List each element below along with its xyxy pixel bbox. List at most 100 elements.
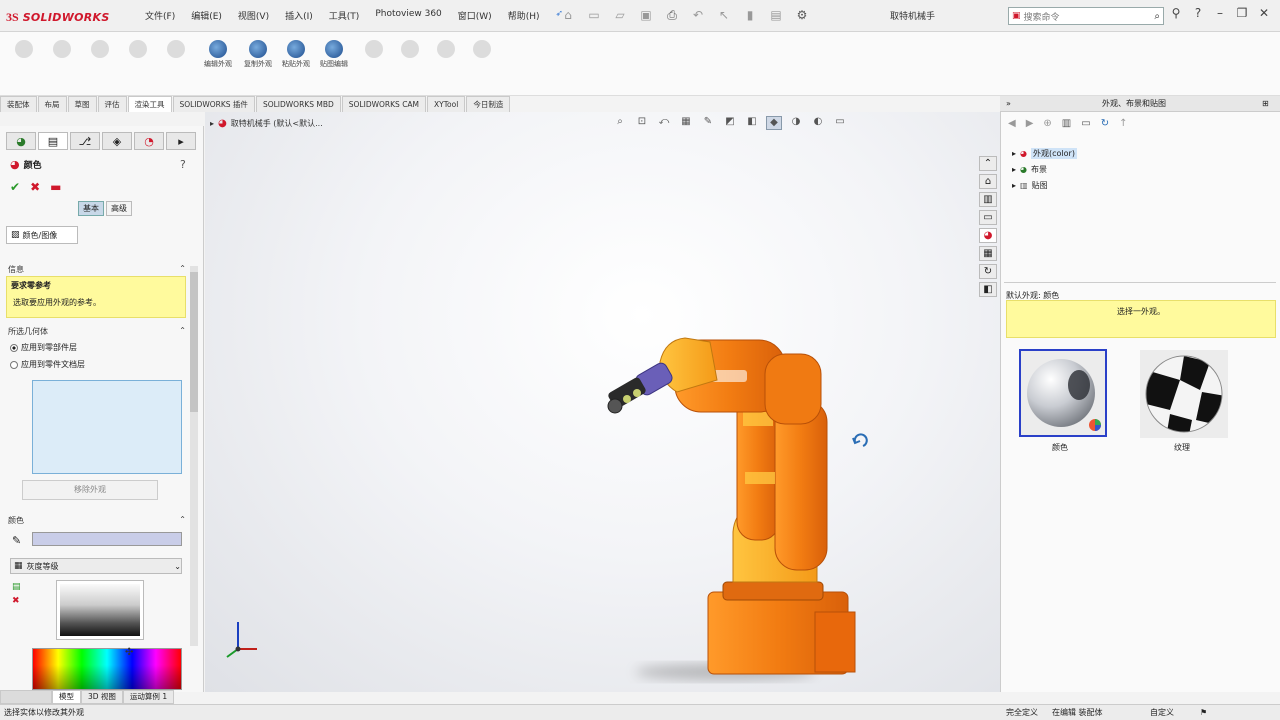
- status-rebuild-icon[interactable]: ⚑: [1200, 705, 1207, 720]
- options-icon[interactable]: ⚙: [794, 7, 810, 23]
- tool-disabled-2[interactable]: [48, 40, 76, 84]
- tool-disabled-7[interactable]: [396, 40, 424, 84]
- hide-show-icon[interactable]: ◆: [766, 116, 782, 130]
- more-tabs-icon[interactable]: ▸: [166, 132, 196, 150]
- tab-render-tools[interactable]: 渲染工具: [127, 96, 172, 112]
- pane-divider[interactable]: [1004, 282, 1276, 283]
- radio-apply-document-level[interactable]: 应用到零件文档层: [10, 359, 85, 370]
- view-orientation-icon[interactable]: ◩: [722, 116, 738, 130]
- search-icon[interactable]: ⌕: [1154, 11, 1160, 22]
- grayscale-swatch-panel[interactable]: [56, 580, 144, 640]
- design-library-icon[interactable]: ▥: [979, 192, 997, 207]
- search-commands-input[interactable]: ▣ 搜索命令 ⌕: [1008, 7, 1164, 25]
- tab-addins[interactable]: SOLIDWORKS 插件: [172, 96, 255, 112]
- tool-disabled-3[interactable]: [86, 40, 114, 84]
- remove-icon[interactable]: ▬: [50, 180, 61, 194]
- pin-pane-icon[interactable]: ⊞: [1262, 96, 1269, 111]
- add-location-icon[interactable]: ⊕: [1043, 118, 1051, 129]
- color-mode-select[interactable]: ▦ 灰度等级 ⌄: [10, 558, 182, 574]
- previous-view-icon[interactable]: ⤺: [656, 116, 672, 130]
- zoom-to-fit-icon[interactable]: ⌕: [612, 116, 628, 130]
- color-spectrum-picker[interactable]: ✣: [32, 647, 182, 690]
- basic-button[interactable]: 基本: [78, 201, 104, 216]
- select-icon[interactable]: ↖: [716, 7, 732, 23]
- save-icon[interactable]: ▣: [638, 7, 654, 23]
- cancel-icon[interactable]: ✖: [30, 180, 40, 194]
- radio-apply-part-level[interactable]: 应用到零部件层: [10, 342, 77, 353]
- menu-tools[interactable]: 工具(T): [329, 9, 360, 22]
- rebuild-icon[interactable]: ▮: [742, 7, 758, 23]
- solidworks-logo[interactable]: 3S SOLIDWORKS: [6, 6, 126, 28]
- tool-disabled-4[interactable]: [124, 40, 152, 84]
- tree-item-scenes[interactable]: ▸ ◕ 布景: [1012, 164, 1047, 175]
- open-icon[interactable]: ▱: [612, 7, 628, 23]
- help-icon[interactable]: ?: [1190, 6, 1206, 20]
- tool-disabled-1[interactable]: [10, 40, 38, 84]
- view-palette-icon[interactable]: ▦: [979, 246, 997, 261]
- display-style-icon[interactable]: ◧: [744, 116, 760, 130]
- up-icon[interactable]: ↑: [1119, 118, 1127, 129]
- copy-appearance-button[interactable]: 复制外观: [244, 40, 272, 84]
- menu-help[interactable]: 帮助(H): [508, 9, 540, 22]
- tab-today-manufacturing[interactable]: 今日制造: [466, 96, 511, 112]
- tab-mbd[interactable]: SOLIDWORKS MBD: [255, 96, 341, 112]
- tool-disabled-9[interactable]: [468, 40, 496, 84]
- tree-item-decals[interactable]: ▸ ▥ 贴图: [1012, 180, 1048, 191]
- expand-pane-icon[interactable]: ⌃: [979, 156, 997, 171]
- selection-list-box[interactable]: [32, 380, 182, 474]
- file-explorer-icon[interactable]: ▭: [979, 210, 997, 225]
- tab-xytool[interactable]: XYTool: [427, 96, 466, 112]
- minimize-icon[interactable]: –: [1212, 6, 1228, 20]
- display-manager-tab-icon[interactable]: ◔: [134, 132, 164, 150]
- eyedropper-icon[interactable]: ✎: [12, 534, 21, 547]
- collapse-pane-icon[interactable]: »: [1006, 96, 1011, 111]
- tab-3d-views[interactable]: 3D 视图: [81, 690, 123, 704]
- view-settings-icon[interactable]: ▭: [832, 116, 848, 130]
- folder-icon[interactable]: ▭: [1081, 118, 1090, 129]
- menu-insert[interactable]: 插入(I): [285, 9, 313, 22]
- appearance-thumb-color[interactable]: [1019, 349, 1107, 437]
- config-manager-tab-icon[interactable]: ⎇: [70, 132, 100, 150]
- paste-appearance-button[interactable]: 粘贴外观: [282, 40, 310, 84]
- menu-photoview[interactable]: Photoview 360: [375, 9, 441, 22]
- property-manager-tab-icon[interactable]: ▤: [38, 132, 68, 150]
- tab-evaluate[interactable]: 评估: [97, 96, 127, 112]
- tool-disabled-8[interactable]: [432, 40, 460, 84]
- restore-icon[interactable]: ❐: [1234, 6, 1250, 20]
- edit-appearance-hud-icon[interactable]: ◑: [788, 116, 804, 130]
- color-section-header[interactable]: 颜色 ⌃: [8, 515, 186, 529]
- status-units[interactable]: 自定义: [1150, 705, 1174, 720]
- color-image-tab[interactable]: ▨ 颜色/图像: [6, 226, 78, 244]
- menu-file[interactable]: 文件(F): [145, 9, 175, 22]
- refresh-icon[interactable]: ↻: [1101, 118, 1109, 129]
- resources-icon[interactable]: ⌂: [979, 174, 997, 189]
- new-icon[interactable]: ▭: [586, 7, 602, 23]
- home-icon[interactable]: ⌂: [560, 7, 576, 23]
- user-icon[interactable]: ⚲: [1168, 6, 1184, 20]
- geometry-section-header[interactable]: 所选几何体 ⌃: [8, 326, 186, 340]
- forum-icon[interactable]: ◧: [979, 282, 997, 297]
- pm-scrollbar[interactable]: [190, 266, 198, 646]
- delete-swatch-icon[interactable]: ✖: [12, 596, 21, 606]
- tab-assembly[interactable]: 装配体: [0, 96, 37, 112]
- appearances-tab-icon[interactable]: ◕: [979, 228, 997, 243]
- dimxpert-tab-icon[interactable]: ◈: [102, 132, 132, 150]
- robot-arm-model[interactable]: [205, 112, 1000, 692]
- forward-icon[interactable]: ▶: [1026, 118, 1034, 129]
- feature-tree-breadcrumb[interactable]: ▸ ◕ 取特机械手 (默认<默认...: [210, 118, 323, 129]
- remove-appearance-button[interactable]: 移除外观: [22, 480, 158, 500]
- edit-appearance-button[interactable]: 编辑外观: [204, 40, 232, 84]
- custom-properties-icon[interactable]: ↻: [979, 264, 997, 279]
- tool-disabled-5[interactable]: [162, 40, 190, 84]
- zoom-to-area-icon[interactable]: ⊡: [634, 116, 650, 130]
- print-icon[interactable]: ⎙: [664, 7, 680, 23]
- appearance-thumb-texture[interactable]: [1140, 350, 1228, 438]
- add-swatch-icon[interactable]: ▤: [12, 582, 21, 592]
- graphics-area[interactable]: [205, 112, 1000, 692]
- ok-icon[interactable]: ✔: [10, 180, 20, 194]
- library-icon[interactable]: ▥: [1062, 118, 1071, 129]
- undo-icon[interactable]: ↶: [690, 7, 706, 23]
- apply-scene-icon[interactable]: ◐: [810, 116, 826, 130]
- back-icon[interactable]: ◀: [1008, 118, 1016, 129]
- dynamic-annotation-icon[interactable]: ✎: [700, 116, 716, 130]
